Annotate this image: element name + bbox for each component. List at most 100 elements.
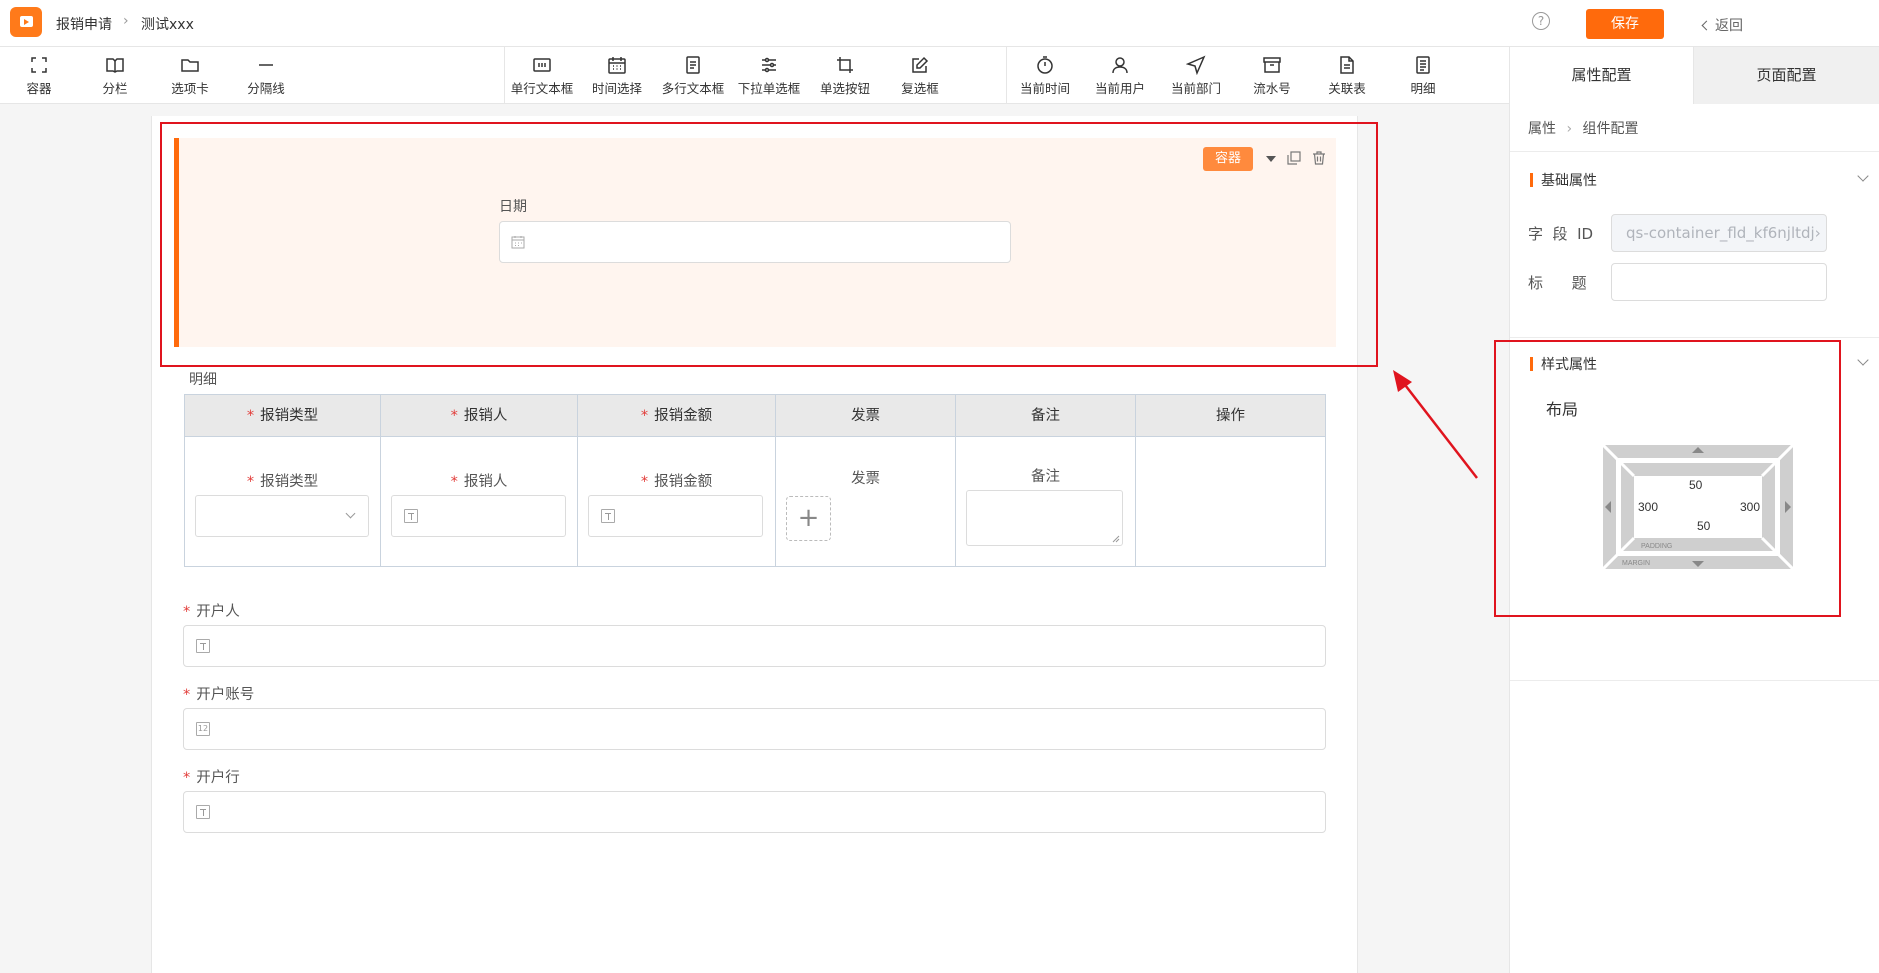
highlight-box-container xyxy=(160,122,1378,367)
detail-label: 明细 xyxy=(189,372,217,388)
tool-divider[interactable]: 分隔线 xyxy=(231,55,301,97)
document-icon xyxy=(683,55,703,75)
tool-columns[interactable]: 分栏 xyxy=(80,55,150,97)
tool-label: 下拉单选框 xyxy=(737,81,801,96)
save-button[interactable]: 保存 xyxy=(1586,9,1664,39)
tool-tabs[interactable]: 选项卡 xyxy=(155,55,225,97)
table-cell: * 报销人 xyxy=(381,437,578,566)
tool-label: 容器 xyxy=(26,81,52,96)
field-id-label: 字 段 ID xyxy=(1528,225,1594,243)
back-label: 返回 xyxy=(1715,18,1743,34)
tab-property-config[interactable]: 属性配置 xyxy=(1509,47,1694,104)
table-cell: 备注 xyxy=(956,437,1136,566)
tool-container[interactable]: 容器 xyxy=(4,55,74,97)
breadcrumb-separator-icon: › xyxy=(1566,121,1573,137)
cell-label: 发票 xyxy=(851,471,880,487)
chevron-down-icon xyxy=(345,508,356,519)
top-header: 报销申请 › 测试xxx ? 保存 返回 xyxy=(0,0,1879,47)
account-number-input[interactable]: 12 xyxy=(183,708,1326,750)
reimburser-input[interactable] xyxy=(391,495,566,537)
cell-label: 备注 xyxy=(1031,469,1060,485)
breadcrumb-app[interactable]: 报销申请 xyxy=(56,14,112,34)
navigation-icon xyxy=(1185,55,1206,76)
back-button[interactable]: 返回 xyxy=(1701,15,1743,35)
tool-multi-line-text[interactable]: 多行文本框 xyxy=(658,55,728,97)
column-header: 发票 xyxy=(776,395,956,437)
panel-breadcrumb-root[interactable]: 属性 xyxy=(1528,121,1556,137)
column-header: * 报销类型 xyxy=(185,395,381,437)
chevron-down-icon[interactable] xyxy=(1857,354,1869,366)
resize-handle-icon[interactable] xyxy=(1112,535,1120,543)
divider xyxy=(1510,337,1879,338)
account-number-label: * 开户账号 xyxy=(183,687,255,703)
detail-table: * 报销类型 * 报销人 * 报销金额 发票 备注 操作 * 报销类型 * 报销人 * 报销… xyxy=(184,394,1326,567)
app-logo[interactable] xyxy=(10,7,42,37)
tool-label: 流水号 xyxy=(1253,81,1291,96)
section-title: 基础属性 xyxy=(1541,173,1597,189)
basic-properties-header[interactable]: 基础属性 xyxy=(1530,170,1597,190)
tool-label: 分隔线 xyxy=(247,81,285,96)
reimbursement-type-select[interactable] xyxy=(195,495,369,537)
tool-time-picker[interactable]: 时间选择 xyxy=(582,55,652,97)
title-input[interactable] xyxy=(1611,263,1827,301)
tool-label: 单行文本框 xyxy=(510,81,574,96)
panel-breadcrumb-current: 组件配置 xyxy=(1582,121,1639,137)
invoice-upload-button[interactable]: + xyxy=(786,496,831,541)
sliders-icon xyxy=(759,55,779,75)
breadcrumb-separator-icon: › xyxy=(123,13,129,29)
folder-icon xyxy=(180,55,200,75)
file-text-icon xyxy=(1337,55,1357,75)
archive-icon xyxy=(1262,55,1282,75)
tool-detail[interactable]: 明细 xyxy=(1388,55,1458,97)
tool-related-table[interactable]: 关联表 xyxy=(1312,55,1382,97)
table-cell: 发票 + xyxy=(776,437,956,566)
column-header: 备注 xyxy=(956,395,1136,437)
remark-textarea[interactable] xyxy=(966,490,1123,546)
annotation-arrow-icon xyxy=(1393,370,1478,479)
list-icon xyxy=(1413,55,1433,75)
tool-label: 关联表 xyxy=(1328,81,1366,96)
tool-current-user[interactable]: 当前用户 xyxy=(1085,55,1155,97)
tool-label: 选项卡 xyxy=(171,81,209,96)
tool-current-time[interactable]: 当前时间 xyxy=(1010,55,1080,97)
tool-dropdown[interactable]: 下拉单选框 xyxy=(734,55,804,97)
calendar-icon xyxy=(607,55,627,75)
tool-label: 明细 xyxy=(1410,81,1436,96)
tool-single-line-text[interactable]: 单行文本框 xyxy=(507,55,577,97)
text-icon xyxy=(601,509,615,523)
title-label: 标 题 xyxy=(1528,274,1587,292)
bank-input[interactable] xyxy=(183,791,1326,833)
bank-label: * 开户行 xyxy=(183,770,240,786)
text-field-icon xyxy=(532,55,552,75)
table-cell: * 报销金额 xyxy=(578,437,776,566)
tool-label: 当前时间 xyxy=(1019,81,1070,96)
minus-icon xyxy=(256,55,276,75)
crop-icon xyxy=(835,55,855,75)
tool-serial-number[interactable]: 流水号 xyxy=(1237,55,1307,97)
table-cell: * 报销类型 xyxy=(185,437,381,566)
tool-label: 分栏 xyxy=(102,81,128,96)
tool-checkbox[interactable]: 复选框 xyxy=(885,55,955,97)
tool-label: 当前用户 xyxy=(1094,81,1145,96)
highlight-box-style-properties xyxy=(1494,340,1841,617)
tool-radio[interactable]: 单选按钮 xyxy=(810,55,880,97)
divider xyxy=(1510,151,1879,152)
divider xyxy=(1510,680,1879,681)
tool-label: 当前部门 xyxy=(1170,81,1221,96)
tool-label: 复选框 xyxy=(901,81,939,96)
column-header: * 报销金额 xyxy=(578,395,776,437)
account-holder-label: * 开户人 xyxy=(183,604,240,620)
amount-input[interactable] xyxy=(588,495,763,537)
tab-page-config[interactable]: 页面配置 xyxy=(1694,47,1879,104)
number-icon: 12 xyxy=(196,722,210,736)
breadcrumb-form: 测试xxx xyxy=(141,17,194,33)
config-tabs: 属性配置 页面配置 xyxy=(1509,47,1879,104)
cell-label: * 报销类型 xyxy=(246,474,319,490)
toolbar-separator xyxy=(504,47,505,104)
account-holder-input[interactable] xyxy=(183,625,1326,667)
chevron-down-icon[interactable] xyxy=(1857,170,1869,182)
tool-current-department[interactable]: 当前部门 xyxy=(1161,55,1231,97)
user-icon xyxy=(1110,55,1130,75)
table-cell-actions xyxy=(1136,437,1325,566)
help-icon[interactable]: ? xyxy=(1532,12,1550,30)
